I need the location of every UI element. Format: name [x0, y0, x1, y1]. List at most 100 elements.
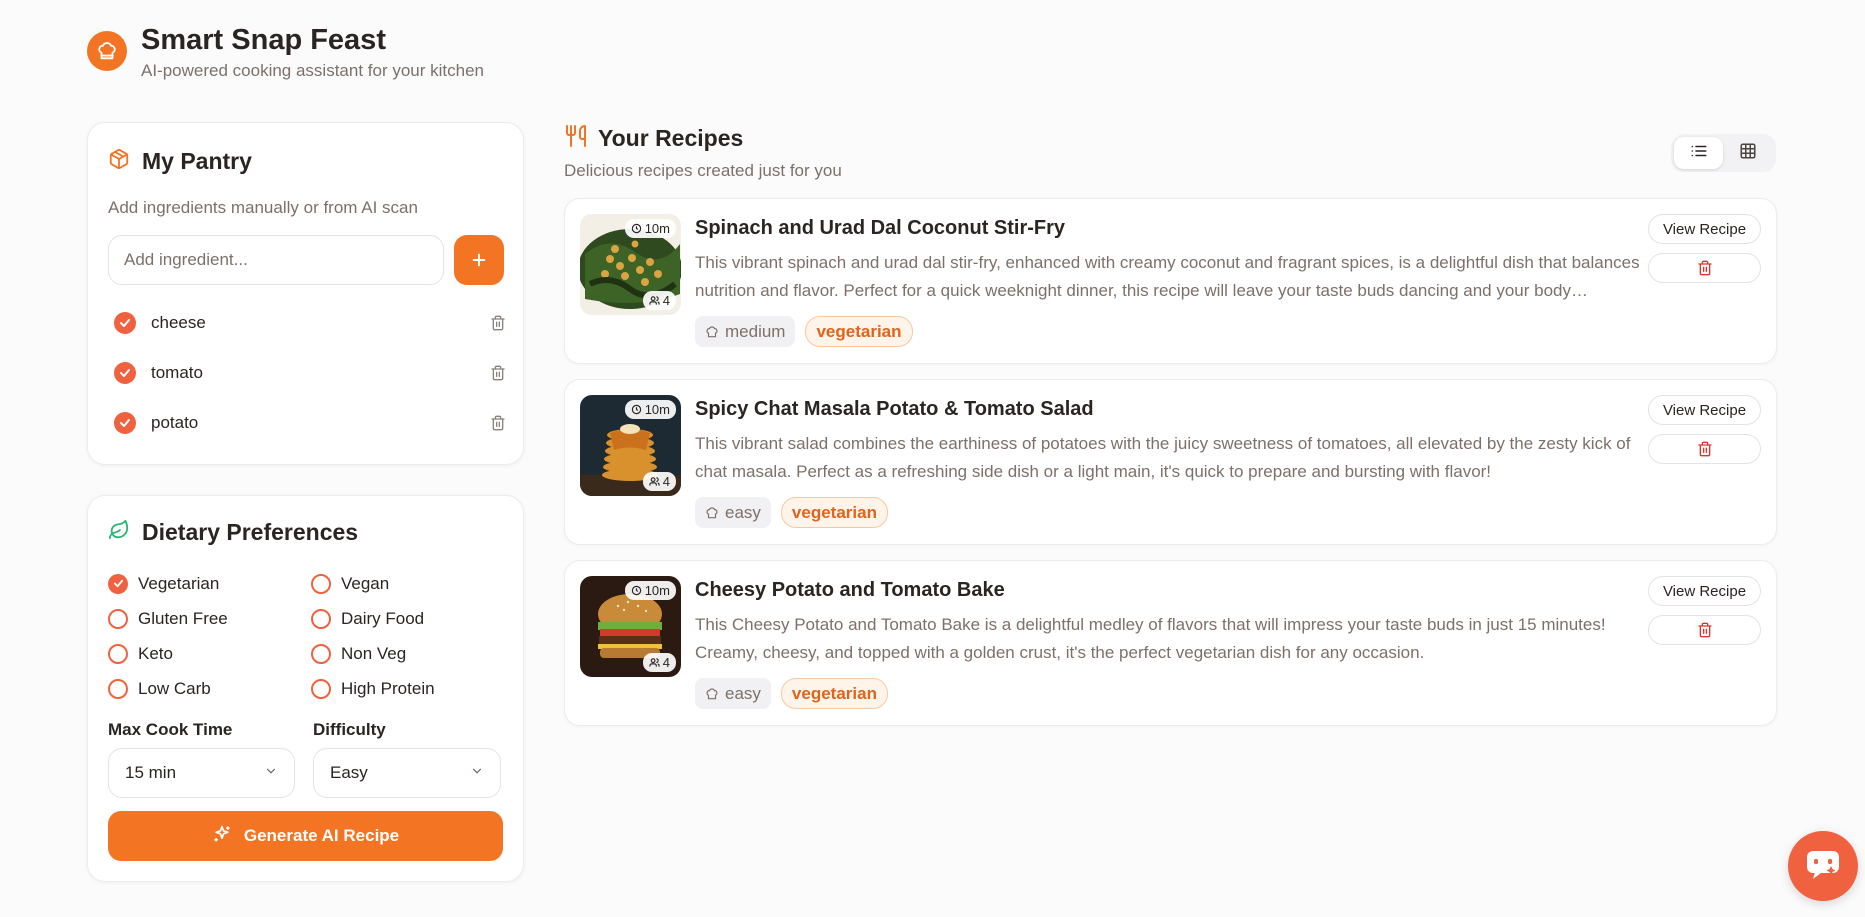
delete-recipe-button[interactable]: [1648, 615, 1761, 645]
delete-recipe-button[interactable]: [1648, 434, 1761, 464]
servings-badge: 4: [642, 472, 676, 491]
radio-empty-icon[interactable]: [311, 573, 331, 594]
pantry-subtitle: Add ingredients manually or from AI scan: [108, 198, 418, 217]
max-cook-time-group: Max Cook Time 15 min: [108, 720, 295, 798]
radio-empty-icon[interactable]: [108, 678, 128, 699]
add-ingredient-button[interactable]: [454, 235, 504, 285]
pref-dairy-food[interactable]: Dairy Food: [311, 608, 501, 629]
pref-label: Vegan: [341, 573, 390, 593]
recipe-title: Cheesy Potato and Tomato Bake: [695, 579, 1005, 601]
clock-icon: [631, 404, 641, 415]
dietary-preferences-title: Dietary Preferences: [142, 519, 359, 545]
difficulty-select[interactable]: Easy: [313, 748, 501, 798]
cook-time: 10m: [644, 402, 670, 417]
pref-label: Non Veg: [341, 643, 407, 663]
difficulty-value: Easy: [330, 763, 368, 782]
pantry-title: My Pantry: [142, 148, 252, 174]
pref-vegan[interactable]: Vegan: [311, 573, 501, 594]
package-icon: [108, 148, 130, 175]
recipe-title: Spinach and Urad Dal Coconut Stir-Fry: [695, 217, 1066, 239]
cook-time-badge: 10m: [624, 400, 676, 419]
recipes-subtitle: Delicious recipes created just for you: [564, 161, 842, 180]
radio-empty-icon[interactable]: [311, 643, 331, 664]
recipes-header: Your Recipes Delicious recipes created j…: [564, 124, 842, 181]
radio-empty-icon[interactable]: [108, 608, 128, 629]
pantry-list: cheese tomato potato: [114, 298, 509, 448]
app-subtitle: AI-powered cooking assistant for your ki…: [141, 61, 485, 80]
servings: 4: [662, 655, 670, 670]
pref-label: Gluten Free: [138, 608, 228, 628]
pref-label: Low Carb: [138, 678, 211, 698]
servings-badge: 4: [642, 653, 676, 672]
trash-icon[interactable]: [487, 412, 509, 434]
grid-view-button[interactable]: [1723, 137, 1772, 169]
diet-tag: vegetarian: [780, 497, 888, 528]
pref-high-protein[interactable]: High Protein: [311, 678, 501, 699]
max-cook-time-label: Max Cook Time: [108, 720, 233, 739]
difficulty-group: Difficulty Easy: [313, 720, 501, 798]
recipes-title: Your Recipes: [598, 125, 744, 151]
trash-icon[interactable]: [487, 362, 509, 384]
pref-keto[interactable]: Keto: [108, 643, 311, 664]
add-ingredient-input[interactable]: [108, 235, 444, 285]
check-icon[interactable]: [114, 362, 136, 384]
cook-time: 10m: [644, 221, 670, 236]
dietary-preferences-card: Dietary Preferences Vegetarian Vegan Glu…: [87, 495, 524, 882]
diet-tag: vegetarian: [780, 678, 888, 709]
chevron-down-icon: [470, 763, 484, 783]
stir-fry-photo[interactable]: 10m 4: [580, 214, 681, 315]
pref-low-carb[interactable]: Low Carb: [108, 678, 311, 699]
radio-empty-icon[interactable]: [311, 608, 331, 629]
difficulty-tag: easy: [695, 678, 771, 709]
check-icon[interactable]: [114, 412, 136, 434]
generate-label: Generate AI Recipe: [243, 826, 400, 845]
check-icon[interactable]: [108, 573, 128, 594]
app-header: Smart Snap Feast AI-powered cooking assi…: [87, 22, 484, 81]
max-cook-time-select[interactable]: 15 min: [108, 748, 295, 798]
view-recipe-button[interactable]: View Recipe: [1648, 214, 1761, 244]
view-recipe-button[interactable]: View Recipe: [1648, 576, 1761, 606]
cook-time-badge: 10m: [624, 581, 676, 600]
list-item: potato: [114, 398, 509, 448]
utensils-icon: [564, 124, 588, 153]
cook-time: 10m: [644, 583, 670, 598]
delete-recipe-button[interactable]: [1648, 253, 1761, 283]
pancake-stack-photo[interactable]: 10m 4: [580, 395, 681, 496]
pref-vegetarian[interactable]: Vegetarian: [108, 573, 311, 594]
difficulty-text: medium: [725, 321, 786, 341]
pref-gluten-free[interactable]: Gluten Free: [108, 608, 311, 629]
chef-hat-icon: [706, 687, 718, 699]
recipe-card: 10m 4 Spinach and Urad Dal Coconut Stir-…: [564, 198, 1777, 364]
cook-time-badge: 10m: [624, 219, 676, 238]
trash-icon[interactable]: [487, 312, 509, 334]
recipe-card: 10m 4 Cheesy Potato and Tomato Bake This…: [564, 560, 1777, 726]
users-icon: [649, 477, 660, 486]
list-item: tomato: [114, 348, 509, 398]
generate-ai-recipe-button[interactable]: Generate AI Recipe: [108, 811, 503, 861]
trash-icon: [1697, 622, 1712, 638]
pref-non-veg[interactable]: Non Veg: [311, 643, 501, 664]
chef-hat-icon: [706, 325, 718, 337]
chevron-down-icon: [264, 763, 278, 783]
leaf-icon: [108, 519, 130, 546]
burger-photo[interactable]: 10m 4: [580, 576, 681, 677]
recipe-card: 10m 4 Spicy Chat Masala Potato & Tomato …: [564, 379, 1777, 545]
ingredient-name: potato: [151, 413, 199, 432]
servings: 4: [662, 293, 670, 308]
check-icon[interactable]: [114, 312, 136, 334]
list-view-button[interactable]: [1674, 137, 1723, 169]
chef-hat-logo-icon: [87, 31, 127, 71]
view-recipe-button[interactable]: View Recipe: [1648, 395, 1761, 425]
max-cook-time-value: 15 min: [125, 763, 177, 782]
difficulty-text: easy: [725, 502, 761, 522]
recipe-description: This vibrant spinach and urad dal stir-f…: [695, 253, 1640, 300]
ingredient-name: tomato: [151, 363, 203, 382]
grid-icon: [1739, 142, 1757, 165]
radio-empty-icon[interactable]: [108, 643, 128, 664]
ingredient-name: cheese: [151, 313, 206, 332]
pref-label: Dairy Food: [341, 608, 425, 628]
radio-empty-icon[interactable]: [311, 678, 331, 699]
chat-button[interactable]: [1788, 831, 1858, 901]
view-toggle: [1671, 134, 1776, 172]
list-item: cheese: [114, 298, 509, 348]
